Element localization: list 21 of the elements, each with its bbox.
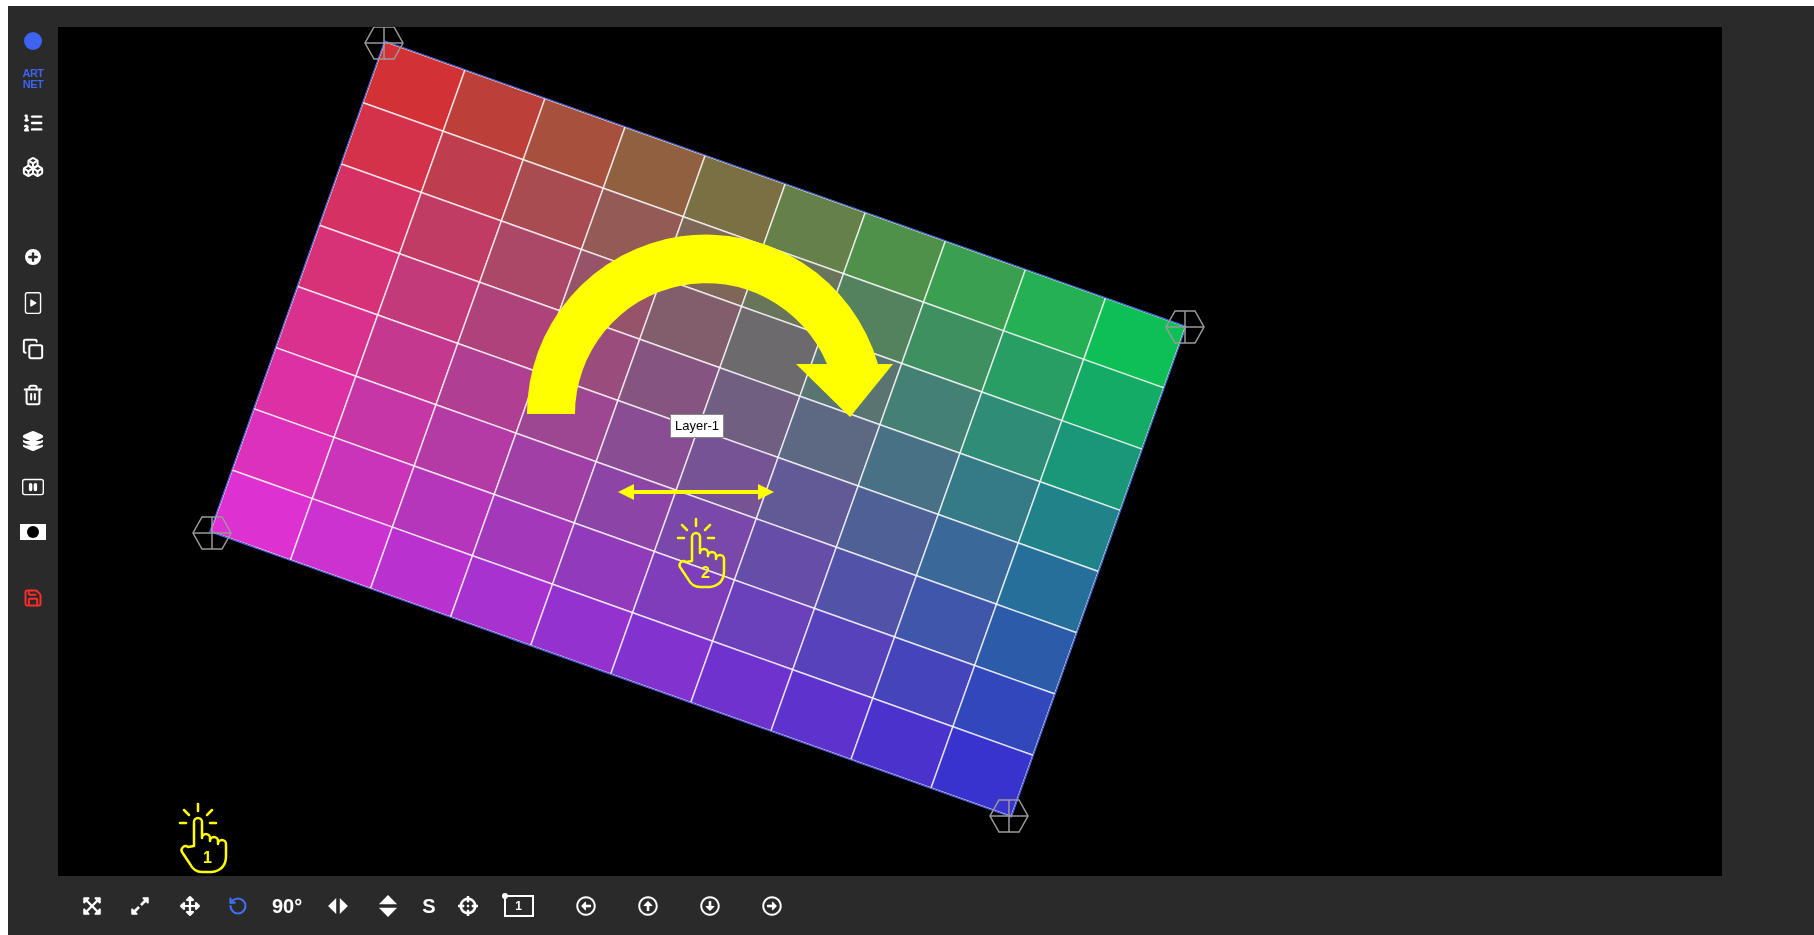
layer-label: Layer-1 <box>670 414 725 438</box>
corner-handle-icon[interactable] <box>1165 309 1205 345</box>
color-test-pattern[interactable] <box>210 41 1186 817</box>
save-icon[interactable] <box>23 588 43 608</box>
corner-handle-icon[interactable] <box>364 27 404 61</box>
trash-icon[interactable] <box>22 384 44 406</box>
double-arrow-icon <box>618 483 774 501</box>
file-play-icon[interactable] <box>22 292 44 314</box>
corner-handle-icon[interactable] <box>989 798 1029 834</box>
mask-icon[interactable] <box>20 524 46 540</box>
layers-icon[interactable] <box>22 430 44 452</box>
frame-button[interactable]: 1 <box>503 894 534 917</box>
tool-button[interactable]: S <box>420 891 438 920</box>
corner-handle-icon[interactable] <box>192 515 232 551</box>
pause-icon[interactable] <box>22 476 44 498</box>
copy-icon[interactable] <box>22 338 44 360</box>
tool-button[interactable]: 90° <box>270 891 305 920</box>
cubes-icon[interactable] <box>22 156 44 178</box>
ordered-list-icon[interactable] <box>22 112 44 134</box>
step-number: 1 <box>203 850 212 866</box>
add-circle-icon[interactable] <box>22 246 44 268</box>
